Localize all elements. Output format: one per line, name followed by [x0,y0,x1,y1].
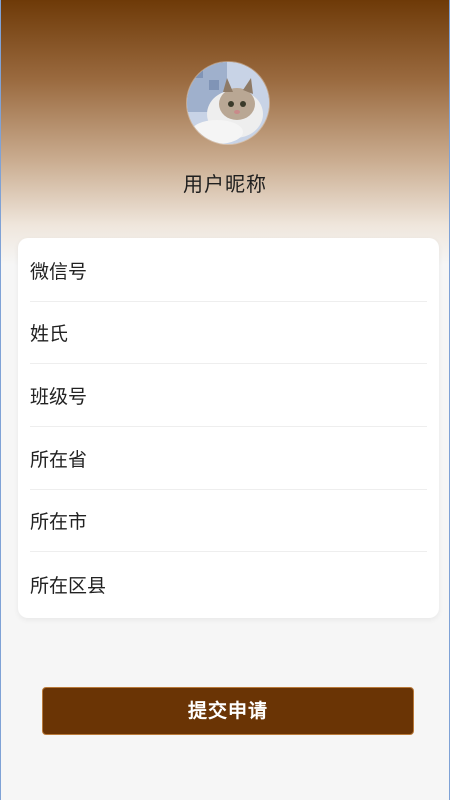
class-number-field[interactable]: 班级号 [30,365,427,427]
province-field[interactable]: 所在省 [30,428,427,490]
city-field[interactable]: 所在市 [30,490,427,552]
district-field[interactable]: 所在区县 [30,553,427,615]
application-form: 微信号 姓氏 班级号 所在省 所在市 所在区县 [18,238,439,618]
user-avatar[interactable] [187,62,269,144]
surname-field[interactable]: 姓氏 [30,302,427,364]
field-label: 所在省 [30,449,88,471]
field-label: 微信号 [30,261,88,283]
cat-avatar-image [187,62,269,144]
field-label: 姓氏 [30,323,69,345]
field-label: 所在市 [30,511,88,533]
user-nickname: 用户昵称 [183,172,267,196]
field-label: 所在区县 [30,574,107,597]
submit-application-button[interactable]: 提交申请 [42,687,414,735]
field-label: 班级号 [30,386,88,408]
wechat-id-field[interactable]: 微信号 [30,240,427,302]
app-screen: 用户昵称 微信号 姓氏 班级号 所在省 所在市 所在区县 提交申请 [0,0,450,800]
